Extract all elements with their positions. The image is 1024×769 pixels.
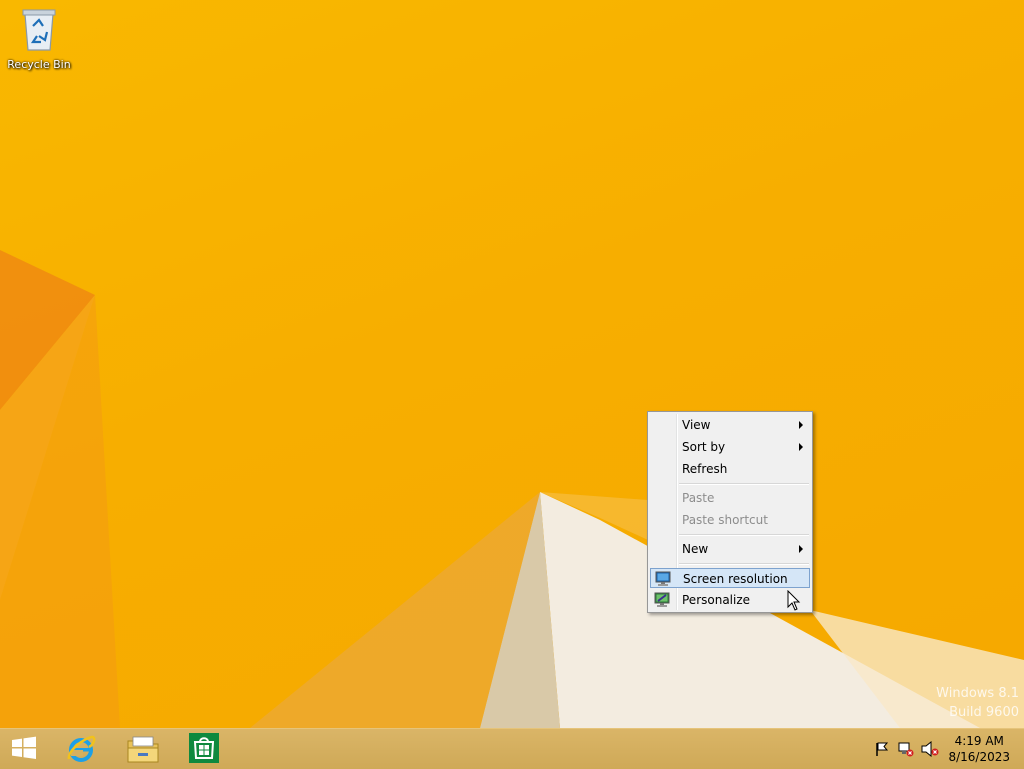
menu-separator — [679, 534, 809, 536]
clock-date: 8/16/2023 — [948, 750, 1010, 764]
windows-watermark: Windows 8.1 Build 9600 — [936, 684, 1019, 722]
menu-item-paste[interactable]: Paste — [650, 488, 810, 508]
desktop[interactable]: Recycle Bin Windows 8.1 Build 9600 View … — [0, 0, 1024, 728]
watermark-version: Windows 8.1 — [936, 686, 1019, 701]
submenu-arrow-icon — [799, 443, 803, 451]
action-center-flag-icon[interactable] — [874, 741, 890, 757]
recycle-bin-shortcut[interactable]: Recycle Bin — [6, 6, 72, 71]
file-explorer-icon — [127, 736, 159, 763]
menu-item-label: Personalize — [682, 593, 751, 607]
windows-logo-icon — [12, 736, 36, 759]
menu-item-label: Sort by — [682, 440, 726, 454]
internet-explorer-icon — [67, 735, 96, 762]
menu-item-label: New — [682, 542, 709, 556]
menu-separator — [679, 483, 809, 485]
menu-item-label: Paste — [682, 491, 715, 505]
submenu-arrow-icon — [799, 421, 803, 429]
file-explorer-button[interactable] — [117, 729, 167, 769]
menu-item-sort-by[interactable]: Sort by — [650, 437, 810, 457]
menu-item-label: View — [682, 418, 711, 432]
mouse-cursor-icon — [787, 590, 801, 611]
menu-item-label: Paste shortcut — [682, 513, 768, 527]
store-button[interactable] — [180, 729, 230, 769]
desktop-context-menu: View Sort by Refresh Paste Paste shortcu… — [647, 411, 813, 613]
menu-item-new[interactable]: New — [650, 539, 810, 559]
menu-separator — [679, 563, 809, 565]
speaker-muted-icon[interactable] — [921, 741, 939, 757]
start-button[interactable] — [0, 729, 50, 769]
personalize-icon — [654, 592, 670, 607]
menu-item-personalize[interactable]: Personalize — [650, 590, 810, 610]
taskbar: 4:19 AM 8/16/2023 — [0, 728, 1024, 769]
menu-item-screen-resolution[interactable]: Screen resolution — [650, 568, 810, 588]
menu-item-label: Screen resolution — [683, 572, 788, 586]
submenu-arrow-icon — [799, 545, 803, 553]
wallpaper-art — [0, 250, 1024, 728]
system-clock[interactable]: 4:19 AM 8/16/2023 — [948, 733, 1010, 765]
store-icon — [189, 733, 219, 763]
menu-item-view[interactable]: View — [650, 415, 810, 435]
clock-time: 4:19 AM — [954, 734, 1004, 748]
network-disconnected-icon[interactable] — [898, 741, 914, 757]
watermark-build: Build 9600 — [949, 705, 1019, 720]
recycle-bin-label: Recycle Bin — [7, 58, 71, 71]
monitor-icon — [655, 571, 671, 586]
recycle-bin-icon — [22, 9, 56, 51]
menu-item-paste-shortcut[interactable]: Paste shortcut — [650, 510, 810, 530]
internet-explorer-button[interactable] — [56, 729, 106, 769]
menu-item-label: Refresh — [682, 462, 728, 476]
menu-item-refresh[interactable]: Refresh — [650, 459, 810, 479]
